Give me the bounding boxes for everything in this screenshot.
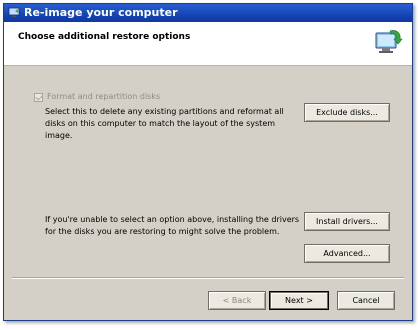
- computer-restore-icon: [8, 7, 20, 17]
- dialog-content: Format and repartition disks Select this…: [4, 66, 412, 320]
- footer-separator: [12, 277, 404, 279]
- back-button[interactable]: < Back: [208, 291, 266, 310]
- page-heading: Choose additional restore options: [18, 32, 191, 42]
- format-repartition-checkbox: [34, 93, 43, 102]
- advanced-button[interactable]: Advanced...: [304, 244, 390, 263]
- cancel-button[interactable]: Cancel: [337, 291, 395, 310]
- exclude-disks-button[interactable]: Exclude disks...: [304, 103, 390, 122]
- window-title: Re-image your computer: [24, 6, 178, 19]
- dialog-header: Choose additional restore options: [4, 22, 412, 66]
- title-bar[interactable]: Re-image your computer: [4, 4, 412, 22]
- install-drivers-button[interactable]: Install drivers...: [304, 212, 390, 231]
- format-description: Select this to delete any existing parti…: [45, 107, 284, 140]
- next-button[interactable]: Next >: [269, 291, 329, 310]
- computer-restore-icon: [375, 30, 403, 53]
- format-repartition-label: Format and repartition disks: [47, 92, 161, 101]
- driver-note: If you're unable to select an option abo…: [45, 215, 300, 236]
- reimage-dialog: Re-image your computer Choose additional…: [3, 3, 413, 321]
